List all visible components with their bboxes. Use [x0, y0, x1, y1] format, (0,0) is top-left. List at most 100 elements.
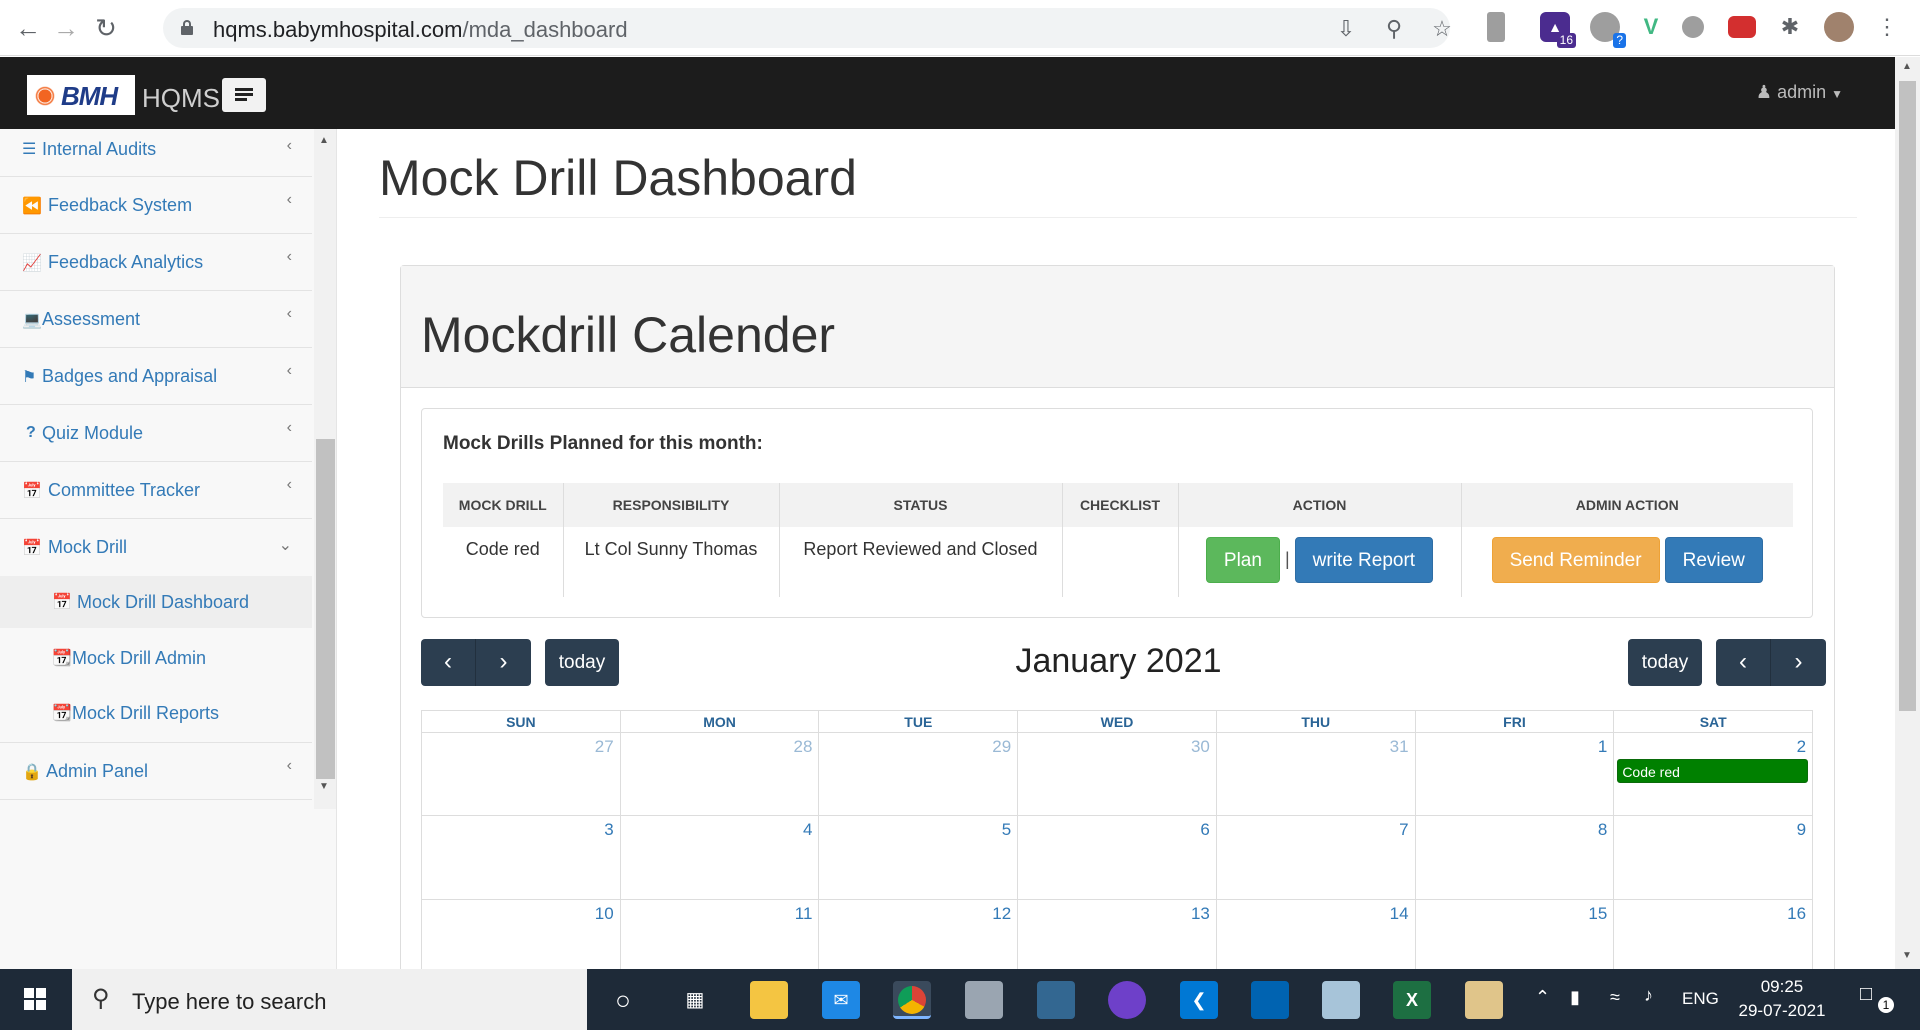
windows-logo-pane — [36, 988, 46, 998]
paint-icon[interactable] — [1465, 981, 1503, 1019]
extensions-puzzle-icon[interactable]: ✱ — [1775, 12, 1805, 42]
calendar-day[interactable]: 13 — [1018, 900, 1217, 969]
address-bar[interactable]: hqms.babymhospital.com/mda_dashboard ⇩ ⚲… — [163, 8, 1452, 48]
sidebar-item-internal-audits[interactable]: ☰ Internal Audits ‹ — [0, 129, 312, 177]
notepad-icon[interactable] — [1322, 981, 1360, 1019]
prev-month-button-right[interactable]: ‹ — [1716, 639, 1771, 686]
sidebar-item-feedback-system[interactable]: ⏪ Feedback System ‹ — [0, 177, 312, 234]
task-view-icon[interactable]: ▦ — [676, 981, 714, 1019]
reload-icon[interactable]: ↻ — [90, 12, 122, 44]
scroll-down-icon[interactable]: ▼ — [319, 781, 329, 792]
calendar-day[interactable]: 10 — [422, 900, 621, 969]
scroll-up-icon[interactable]: ▲ — [1902, 61, 1912, 72]
calendar-day[interactable]: 2 Code red — [1614, 733, 1812, 815]
sidebar-toggle-button[interactable] — [222, 78, 266, 112]
day-number: 1 — [1597, 737, 1608, 756]
calendar-day[interactable]: 16 — [1614, 900, 1812, 969]
calendar-day[interactable]: 11 — [621, 900, 820, 969]
extension-chat-icon[interactable]: ? — [1590, 12, 1626, 48]
wifi-icon[interactable]: ≈ — [1610, 987, 1620, 1008]
profile-avatar[interactable] — [1824, 12, 1854, 42]
extension-shield-icon[interactable] — [1487, 12, 1505, 42]
taskbar-search[interactable]: ⚲ Type here to search — [72, 969, 587, 1030]
sidebar-item-label: Internal Audits — [42, 139, 157, 159]
extension-circle-icon[interactable] — [1682, 16, 1704, 38]
calendar-day[interactable]: 31 — [1217, 733, 1416, 815]
photos-icon[interactable] — [1251, 981, 1289, 1019]
postgresql-icon[interactable] — [1037, 981, 1075, 1019]
file-explorer-icon[interactable] — [750, 981, 788, 1019]
github-desktop-icon[interactable] — [1108, 981, 1146, 1019]
today-button-right[interactable]: today — [1628, 639, 1702, 686]
sidebar-item-committee-tracker[interactable]: 📅 Committee Tracker ‹ — [0, 462, 312, 519]
snipping-tool-icon[interactable] — [965, 981, 1003, 1019]
install-icon[interactable]: ⇩ — [1333, 16, 1359, 42]
excel-icon[interactable]: X — [1393, 981, 1431, 1019]
weekday-header: SUN MON TUE WED THU FRI SAT — [421, 710, 1813, 732]
volume-icon[interactable]: ♪ — [1644, 985, 1653, 1006]
zoom-icon[interactable]: ⚲ — [1381, 16, 1407, 42]
extension-graduation-icon[interactable]: ▲ 16 — [1540, 12, 1576, 48]
sidebar-item-mock-drill[interactable]: 📅 Mock Drill ⌄ — [0, 519, 312, 576]
calendar-day[interactable]: 5 — [819, 816, 1019, 899]
calendar-day[interactable]: 4 — [621, 816, 820, 899]
battery-icon[interactable]: ▮ — [1570, 987, 1580, 1008]
sidebar-subitem-mock-drill-dashboard[interactable]: 📅 Mock Drill Dashboard — [0, 576, 312, 628]
review-button[interactable]: Review — [1664, 537, 1763, 583]
plan-button[interactable]: Plan — [1205, 537, 1280, 583]
calendar-day[interactable]: 15 — [1416, 900, 1615, 969]
calendar-day[interactable]: 27 — [422, 733, 621, 815]
sidebar-item-badges-appraisal[interactable]: ⚑ Badges and Appraisal ‹ — [0, 348, 312, 405]
calendar-event[interactable]: Code red — [1617, 759, 1809, 783]
bookmark-star-icon[interactable]: ☆ — [1429, 16, 1455, 42]
calendar-day[interactable]: 29 — [819, 733, 1019, 815]
lock-icon[interactable] — [181, 20, 193, 35]
sidebar-item-feedback-analytics[interactable]: 📈 Feedback Analytics ‹ — [0, 234, 312, 291]
sidebar-item-quiz-module[interactable]: ? Quiz Module ‹ — [0, 405, 312, 462]
windows-start-button[interactable] — [0, 969, 72, 1030]
weekday-label: SUN — [422, 711, 621, 732]
sidebar-scrollbar[interactable]: ▲ ▼ — [314, 129, 336, 809]
next-month-button-right[interactable]: › — [1771, 639, 1826, 686]
calendar-day[interactable]: 12 — [819, 900, 1019, 969]
mail-icon[interactable]: ✉ — [822, 981, 860, 1019]
notification-icon[interactable]: □ 1 — [1860, 983, 1894, 1013]
calendar-day[interactable]: 7 — [1217, 816, 1416, 899]
forward-icon[interactable]: → — [50, 12, 82, 44]
page-title: Mock Drill Dashboard — [379, 150, 857, 206]
page-scrollbar[interactable]: ▲ ▼ — [1895, 57, 1920, 969]
calendar-day[interactable]: 9 — [1614, 816, 1812, 899]
page-scroll-thumb[interactable] — [1899, 81, 1916, 711]
sidebar-subitem-mock-drill-admin[interactable]: 📆 Mock Drill Admin — [0, 632, 312, 684]
cortana-icon[interactable]: ○ — [604, 981, 642, 1019]
sidebar-item-admin-panel[interactable]: 🔒 Admin Panel ‹ — [0, 743, 312, 800]
calendar-day[interactable]: 28 — [621, 733, 820, 815]
vue-devtools-icon[interactable]: V — [1636, 12, 1666, 42]
sidebar-item-assessment[interactable]: 💻 Assessment ‹ — [0, 291, 312, 348]
bmh-logo[interactable]: BMH — [27, 75, 135, 115]
sidebar-subitem-mock-drill-reports[interactable]: 📆 Mock Drill Reports — [0, 687, 312, 743]
mock-drill-cell: Code red — [443, 527, 564, 597]
send-reminder-button[interactable]: Send Reminder — [1491, 537, 1660, 583]
language-indicator[interactable]: ENG — [1682, 989, 1719, 1009]
back-icon[interactable]: ← — [12, 12, 44, 44]
tray-chevron-up-icon[interactable]: ⌃ — [1535, 987, 1550, 1008]
calendar-day[interactable]: 14 — [1217, 900, 1416, 969]
day-number: 12 — [992, 904, 1012, 923]
url-text[interactable]: hqms.babymhospital.com/mda_dashboard — [213, 17, 628, 43]
write-report-button[interactable]: write Report — [1294, 537, 1434, 583]
calendar-day[interactable]: 1 — [1416, 733, 1615, 815]
extension-red-icon[interactable] — [1728, 16, 1756, 38]
vscode-icon[interactable]: ❮ — [1180, 981, 1218, 1019]
taskbar-clock[interactable]: 09:25 29-07-2021 — [1722, 975, 1842, 1023]
sidebar-scroll-thumb[interactable] — [316, 439, 335, 779]
calendar-day[interactable]: 30 — [1018, 733, 1217, 815]
user-menu[interactable]: ♟ admin ▼ — [1756, 82, 1843, 103]
calendar-day[interactable]: 6 — [1018, 816, 1217, 899]
calendar-day[interactable]: 3 — [422, 816, 621, 899]
scroll-up-icon[interactable]: ▲ — [319, 135, 329, 146]
scroll-down-icon[interactable]: ▼ — [1902, 950, 1912, 961]
chrome-icon[interactable] — [893, 981, 931, 1019]
calendar-day[interactable]: 8 — [1416, 816, 1615, 899]
menu-kebab-icon[interactable]: ⋮ — [1872, 12, 1902, 42]
